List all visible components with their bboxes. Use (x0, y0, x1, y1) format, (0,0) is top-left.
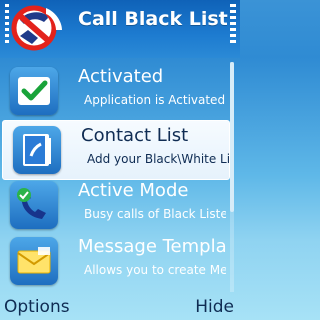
list-item-subtitle: Busy calls of Black Liste (84, 207, 226, 221)
softkey-bar: Options Hide (0, 296, 240, 320)
list-item-active-mode[interactable]: Active Mode Busy calls of Black Liste (0, 176, 230, 234)
envelope-icon (10, 237, 58, 285)
list-item-title: Contact List (81, 125, 189, 146)
list-item-title: Active Mode (78, 180, 189, 201)
options-softkey[interactable]: Options (4, 297, 70, 317)
phone-checkmark-icon (10, 181, 58, 229)
list-item-subtitle: Application is Activated (84, 93, 226, 107)
checkmark-icon (10, 67, 58, 115)
battery-icon (230, 4, 236, 43)
list-item-subtitle: Allows you to create Me… (84, 263, 226, 277)
list-item-message-templates[interactable]: Message Templa… Allows you to create Me… (0, 232, 230, 290)
list-item-subtitle: Add your Black\White Liste (87, 152, 229, 166)
list-item-activated[interactable]: Activated Application is Activated (0, 62, 230, 120)
call-black-list-logo-icon (11, 5, 62, 51)
title-bar: Call Black List (0, 0, 240, 58)
list-item-title: Message Templa… (78, 236, 228, 257)
contacts-book-icon (13, 126, 61, 174)
list-item-contact-list[interactable]: Contact List Add your Black\White Liste (2, 120, 230, 180)
app-title: Call Black List (78, 8, 228, 30)
hide-softkey[interactable]: Hide (195, 297, 234, 317)
scrollbar[interactable] (230, 62, 234, 292)
list-item-title: Activated (78, 66, 164, 87)
